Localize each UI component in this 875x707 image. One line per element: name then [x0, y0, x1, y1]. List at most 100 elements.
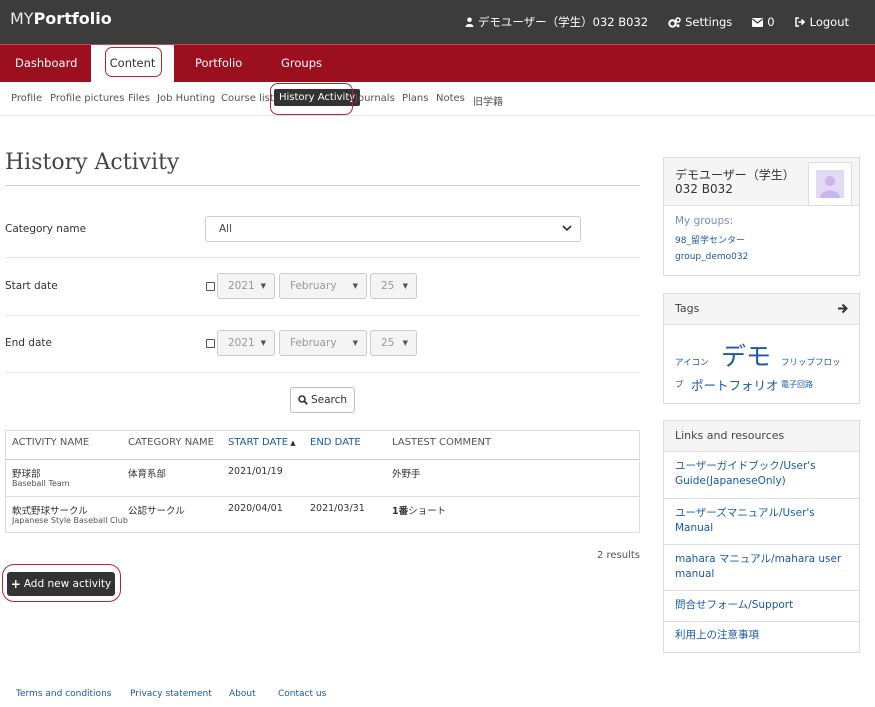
resource-divider	[664, 498, 859, 499]
row2-end: 2021/03/31	[310, 503, 365, 514]
subnav-profile-pictures[interactable]: Profile pictures	[50, 93, 124, 104]
row2-start: 2020/04/01	[228, 503, 283, 514]
subnav-former-enrollment[interactable]: 旧学籍	[473, 93, 503, 108]
tags-card: Tags アイコン デモ フリップフロッ プ ポートフォリオ 電子回路	[663, 293, 860, 404]
footer-contact[interactable]: Contact us	[278, 689, 326, 699]
caret-down-icon: ▼	[260, 282, 266, 290]
category-label: Category name	[5, 223, 87, 235]
header-divider	[6, 459, 639, 460]
inbox-link[interactable]: 0	[752, 15, 775, 29]
tag-link[interactable]: デモ	[721, 337, 771, 373]
subnav-journals[interactable]: Journals	[355, 93, 395, 104]
tags-header: Tags	[664, 294, 859, 325]
start-month-select[interactable]: February ▼	[279, 273, 367, 299]
col-end-date[interactable]: END DATE	[310, 437, 361, 448]
avatar[interactable]	[808, 162, 852, 206]
col-start-date-label: START DATE	[228, 437, 289, 448]
user-card: デモユーザー（学生） 032 B032 My groups: 98_留学センター…	[663, 157, 860, 276]
search-button[interactable]: Search	[290, 387, 355, 413]
page-title: History Activity	[5, 150, 180, 175]
subnav-profile[interactable]: Profile	[11, 93, 42, 104]
resource-link-mahara-manual[interactable]: mahara マニュアル/mahara user manual	[675, 552, 841, 582]
resource-link-support[interactable]: 問合せフォーム/Support	[675, 598, 793, 613]
envelope-icon	[752, 17, 764, 27]
logout-link[interactable]: Logout	[794, 15, 849, 29]
tag-link[interactable]: プ	[675, 378, 684, 390]
category-select[interactable]: All	[205, 216, 581, 242]
nav-portfolio[interactable]: Portfolio	[195, 45, 242, 82]
group-link[interactable]: group_demo032	[675, 252, 748, 262]
logo[interactable]: MYPortfolio	[10, 9, 112, 28]
logout-label: Logout	[809, 15, 849, 29]
resource-link-notes[interactable]: 利用上の注意事項	[675, 628, 759, 643]
row2-comment: 1番ショート	[392, 503, 446, 517]
form-divider	[5, 372, 640, 373]
user-name-label: デモユーザー（学生）032 B032	[477, 15, 649, 29]
end-month-value: February	[290, 337, 337, 349]
end-year-select[interactable]: 2021 ▼	[217, 330, 275, 356]
start-month-value: February	[290, 280, 337, 292]
title-divider	[5, 185, 640, 186]
subnav-job-hunting[interactable]: Job Hunting	[157, 93, 215, 104]
col-category-name[interactable]: CATEGORY NAME	[128, 437, 214, 448]
logo-portfolio: Portfolio	[33, 9, 112, 28]
end-day-select[interactable]: 25 ▼	[370, 330, 417, 356]
category-select-value: All	[219, 223, 233, 235]
add-button-highlight-circle	[2, 564, 121, 602]
start-date-checkbox[interactable]	[206, 282, 215, 291]
group-link[interactable]: 98_留学センター	[675, 233, 745, 246]
resource-link-users-guide[interactable]: ユーザーガイドブック/User's Guide(JapaneseOnly)	[675, 459, 816, 489]
col-latest-comment[interactable]: LASTEST COMMENT	[392, 437, 491, 448]
start-year-value: 2021	[228, 280, 255, 292]
tag-link[interactable]: アイコン	[675, 356, 709, 368]
resource-link-line: ユーザーガイドブック/User's	[675, 460, 816, 472]
row1-name[interactable]: 野球部	[12, 466, 41, 480]
arrow-right-icon[interactable]	[837, 303, 848, 314]
row-divider	[6, 496, 639, 497]
row1-comment: 外野手	[392, 466, 421, 480]
links-card: Links and resources ユーザーガイドブック/User's Gu…	[663, 420, 860, 653]
settings-link[interactable]: Settings	[668, 15, 732, 29]
start-year-select[interactable]: 2021 ▼	[217, 273, 275, 299]
end-date-label: End date	[5, 337, 52, 349]
resource-divider	[664, 544, 859, 545]
profile-placeholder-icon	[816, 170, 844, 198]
caret-down-icon: ▼	[352, 339, 358, 347]
sidebar-user-id: 032 B032	[675, 182, 733, 196]
user-menu[interactable]: デモユーザー（学生）032 B032	[465, 14, 648, 30]
subnav-plans[interactable]: Plans	[402, 93, 428, 104]
results-count: 2 results	[596, 550, 640, 561]
resource-divider	[664, 621, 859, 622]
end-date-checkbox[interactable]	[206, 339, 215, 348]
col-start-date[interactable]: START DATE ▲	[228, 437, 296, 448]
links-header: Links and resources	[664, 421, 859, 452]
tag-link[interactable]: ポートフォリオ	[691, 375, 779, 394]
tags-title: Tags	[675, 302, 700, 315]
nav-groups[interactable]: Groups	[281, 45, 322, 82]
sidebar-user-name[interactable]: デモユーザー（学生）	[675, 166, 795, 183]
subnav-files[interactable]: Files	[128, 93, 150, 104]
row2-name[interactable]: 軟式野球サークル	[12, 503, 88, 517]
nav-dashboard[interactable]: Dashboard	[15, 45, 77, 82]
resource-link-line: Guide(JapaneseOnly)	[675, 475, 786, 487]
col-activity-name[interactable]: ACTIVITY NAME	[12, 437, 89, 448]
logout-icon	[794, 17, 805, 27]
history-activity-highlight-circle	[270, 83, 353, 115]
search-button-label: Search	[310, 394, 348, 406]
row1-name-sub: Baseball Team	[12, 479, 70, 488]
resource-link-line: mahara マニュアル/mahara user	[675, 553, 842, 565]
resource-link-line: manual	[675, 568, 715, 580]
caret-down-icon: ▼	[402, 282, 408, 290]
resource-link-users-manual[interactable]: ユーザーズマニュアル/User's Manual	[675, 506, 815, 536]
footer-terms[interactable]: Terms and conditions	[16, 689, 111, 699]
footer-privacy[interactable]: Privacy statement	[130, 689, 212, 699]
tag-link[interactable]: フリップフロッ	[781, 356, 841, 368]
footer-about[interactable]: About	[229, 689, 256, 699]
end-year-value: 2021	[228, 337, 255, 349]
row2-category: 公認サークル	[128, 506, 185, 517]
subnav-course-list[interactable]: Course list	[221, 93, 274, 104]
end-month-select[interactable]: February ▼	[279, 330, 367, 356]
tag-link[interactable]: 電子回路	[781, 379, 813, 390]
start-day-select[interactable]: 25 ▼	[370, 273, 417, 299]
subnav-notes[interactable]: Notes	[436, 93, 465, 104]
